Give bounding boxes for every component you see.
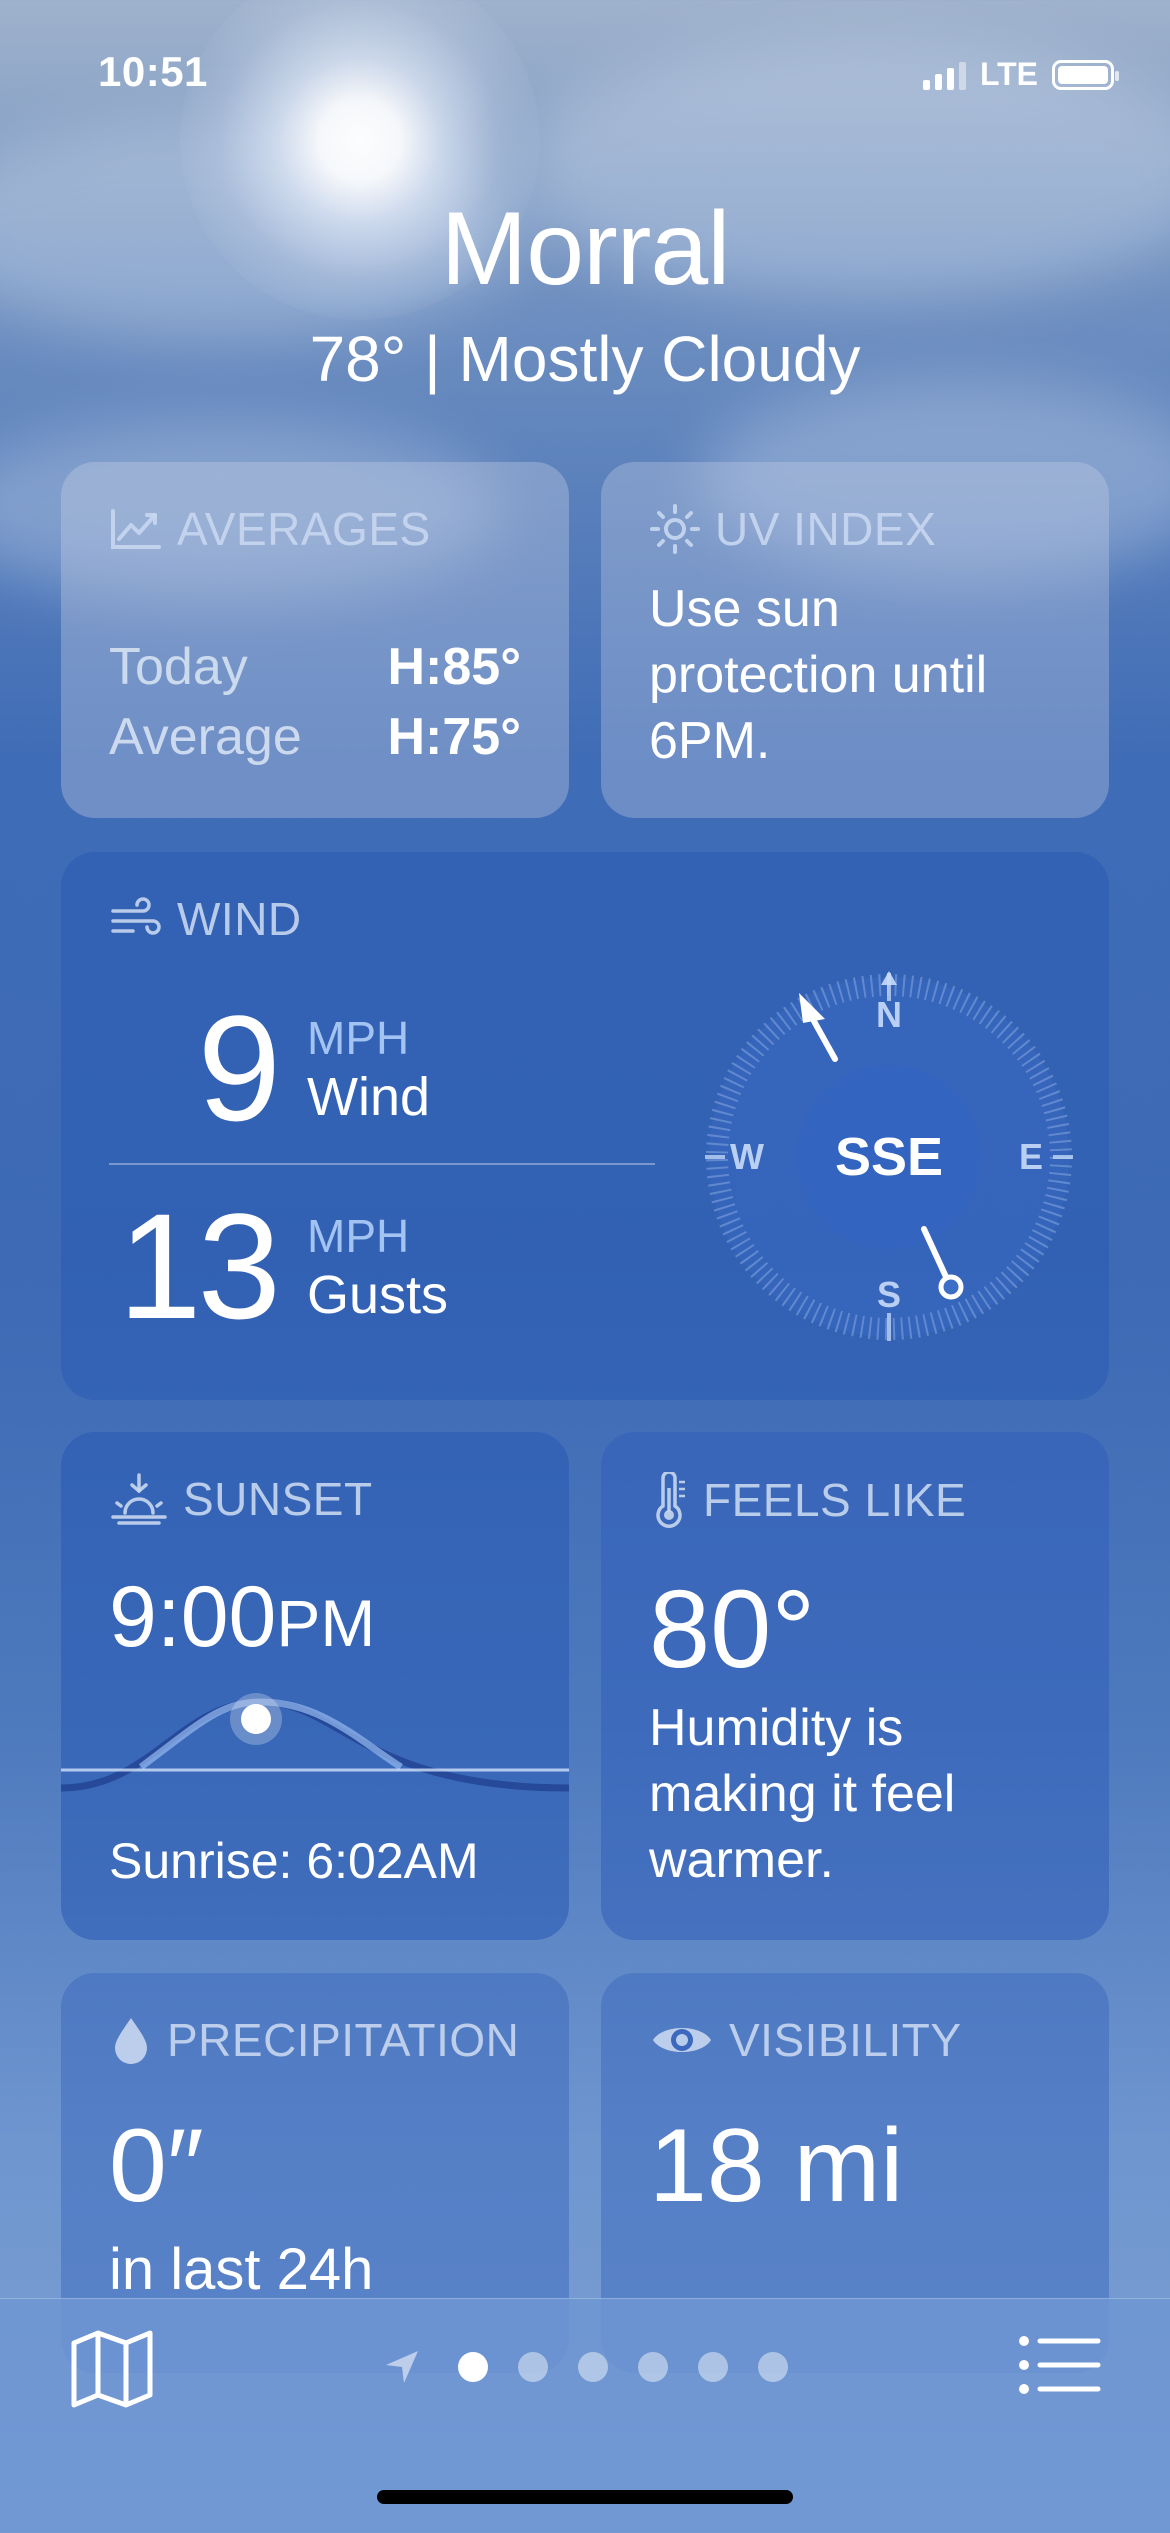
city-name: Morral bbox=[440, 191, 731, 307]
compass-n: N bbox=[876, 994, 902, 1035]
gust-speed-row: 13 MPH Gusts bbox=[109, 1180, 448, 1353]
averages-row-today: Today H:85° bbox=[109, 638, 521, 696]
uv-index-title: UV INDEX bbox=[715, 503, 937, 555]
home-indicator bbox=[377, 2490, 793, 2504]
sunset-title: SUNSET bbox=[183, 1473, 373, 1525]
page-dot[interactable] bbox=[458, 2352, 488, 2382]
location-arrow-icon[interactable] bbox=[382, 2347, 422, 2387]
page-dot[interactable] bbox=[518, 2352, 548, 2382]
wind-divider bbox=[109, 1163, 655, 1165]
sun-icon bbox=[650, 504, 700, 554]
wind-title: WIND bbox=[177, 893, 302, 945]
compass-direction: SSE bbox=[835, 1127, 943, 1187]
sunset-time: 9:00PM bbox=[109, 1569, 376, 1665]
network-type: LTE bbox=[979, 56, 1038, 92]
feels-like-description: Humidity is making it feel warmer. bbox=[649, 1699, 956, 1889]
visibility-value: 18 mi bbox=[649, 2108, 904, 2224]
page-dot[interactable] bbox=[578, 2352, 608, 2382]
compass-e: E bbox=[1019, 1136, 1043, 1177]
visibility-title: VISIBILITY bbox=[729, 2014, 962, 2066]
gust-speed-label: Gusts bbox=[307, 1264, 449, 1325]
averages-card[interactable]: AVERAGES Today H:85° Average H:75° bbox=[61, 462, 569, 818]
wind-card[interactable]: WIND 9 MPH Wind 13 MPH Gusts N S W E SSE bbox=[61, 852, 1109, 1400]
averages-title: AVERAGES bbox=[177, 503, 431, 555]
wind-compass: N S W E SSE bbox=[705, 971, 1073, 1341]
uv-index-text: Use sun protection until 6PM. bbox=[649, 580, 988, 770]
averages-row-average: Average H:75° bbox=[109, 708, 521, 766]
uv-index-card[interactable]: UV INDEX Use sun protection until 6PM. bbox=[601, 462, 1109, 818]
feels-like-value: 80° bbox=[649, 1568, 816, 1691]
compass-w: W bbox=[730, 1136, 764, 1177]
gust-speed-unit: MPH bbox=[307, 1209, 410, 1262]
sun-path-curve bbox=[61, 1693, 569, 1792]
precipitation-title: PRECIPITATION bbox=[167, 2014, 520, 2066]
drop-icon bbox=[115, 2018, 147, 2064]
wind-speed-unit: MPH bbox=[307, 1011, 410, 1064]
feels-like-card[interactable]: FEELS LIKE 80° Humidity is making it fee… bbox=[601, 1432, 1109, 1940]
thermometer-icon bbox=[656, 1472, 685, 1528]
list-icon[interactable] bbox=[1018, 2333, 1102, 2397]
wind-speed-row: 9 MPH Wind bbox=[109, 982, 430, 1155]
sunset-card[interactable]: SUNSET 9:00PM Sunrise: 6:02AM bbox=[61, 1432, 569, 1940]
precipitation-sub: in last 24h bbox=[109, 2237, 374, 2302]
status-time: 10:51 bbox=[98, 48, 208, 95]
wind-speed-label: Wind bbox=[307, 1066, 431, 1127]
eye-icon bbox=[653, 2028, 711, 2052]
chart-line-icon bbox=[111, 509, 161, 549]
gust-speed-value: 13 bbox=[118, 1182, 281, 1350]
page-indicator[interactable] bbox=[0, 2347, 1170, 2387]
status-bar: 10:51 LTE bbox=[0, 48, 1170, 108]
sunset-icon bbox=[111, 1473, 167, 1525]
sunrise-time: Sunrise: 6:02AM bbox=[109, 1833, 479, 1889]
current-summary: 78° | Mostly Cloudy bbox=[309, 323, 861, 395]
battery-icon bbox=[1052, 59, 1119, 90]
wind-icon bbox=[111, 897, 161, 935]
wind-speed-value: 9 bbox=[197, 984, 281, 1152]
page-dot[interactable] bbox=[698, 2352, 728, 2382]
page-dot[interactable] bbox=[758, 2352, 788, 2382]
precipitation-value: 0″ bbox=[109, 2108, 204, 2224]
page-dot[interactable] bbox=[638, 2352, 668, 2382]
compass-s: S bbox=[877, 1274, 901, 1315]
feels-like-title: FEELS LIKE bbox=[703, 1474, 967, 1526]
signal-icon bbox=[922, 60, 966, 90]
